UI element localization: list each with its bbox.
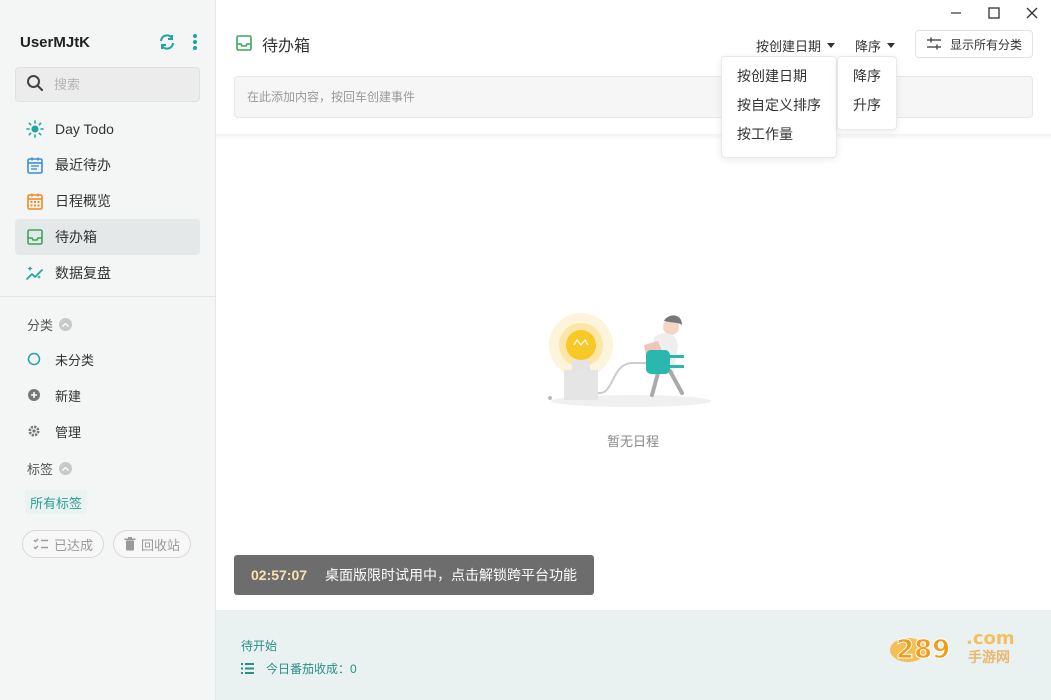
pomodoro-summary[interactable]: 今日番茄收成：0 bbox=[241, 660, 357, 677]
category-item-manage[interactable]: 管理 bbox=[25, 416, 195, 446]
more-vertical-icon[interactable] bbox=[184, 31, 206, 53]
category-section-title: 分类 bbox=[27, 315, 73, 334]
inbox-icon bbox=[236, 34, 252, 54]
svg-text:289: 289 bbox=[896, 635, 950, 665]
trial-countdown: 02:57:07 bbox=[251, 567, 308, 583]
sync-icon[interactable] bbox=[156, 31, 178, 53]
category-title: 分类 bbox=[27, 318, 54, 333]
sidebar-item-day-todo[interactable]: Day Todo bbox=[15, 111, 200, 147]
list-icon bbox=[241, 663, 254, 674]
completed-button[interactable]: 已达成 bbox=[22, 530, 105, 558]
caret-down-icon bbox=[887, 43, 896, 48]
circle-outline-icon bbox=[25, 350, 43, 368]
completed-label: 已达成 bbox=[54, 537, 94, 553]
tag-section-title: 标签 bbox=[27, 459, 73, 478]
username[interactable]: UserMJtK bbox=[20, 34, 150, 51]
page-title-row: 待办箱 bbox=[236, 32, 310, 56]
all-tags-chip[interactable]: 所有标签 bbox=[25, 490, 88, 514]
order-dropdown[interactable]: 降序 bbox=[855, 36, 896, 55]
category-item-new[interactable]: 新建 bbox=[25, 380, 195, 410]
sort-by-dropdown[interactable]: 按创建日期 bbox=[756, 36, 836, 55]
order-label: 降序 bbox=[855, 39, 882, 54]
sidebar-item-label: 最近待办 bbox=[55, 157, 111, 173]
category-label: 管理 bbox=[55, 424, 82, 440]
page-title: 待办箱 bbox=[262, 38, 311, 55]
search-box[interactable] bbox=[15, 67, 200, 102]
sort-by-label: 按创建日期 bbox=[756, 39, 822, 54]
tag-title: 标签 bbox=[27, 462, 54, 477]
minimize-icon[interactable] bbox=[940, 4, 972, 22]
calendar-list-icon bbox=[25, 155, 45, 175]
sidebar-header: UserMJtK bbox=[20, 30, 206, 54]
sidebar-divider bbox=[0, 296, 216, 297]
trial-message: 桌面版限时试用中，点击解锁跨平台功能 bbox=[325, 567, 578, 583]
plus-circle-icon bbox=[25, 386, 43, 404]
sidebar: UserMJtK Day Todo 最近待办 bbox=[0, 0, 216, 700]
sort-by-menu: 按创建日期 按自定义排序 按工作量 bbox=[721, 56, 837, 158]
sidebar-item-label: 日程概览 bbox=[55, 193, 111, 209]
maximize-icon[interactable] bbox=[978, 4, 1010, 22]
header-shadow bbox=[216, 134, 1051, 140]
trash-button[interactable]: 回收站 bbox=[113, 530, 192, 558]
close-icon[interactable] bbox=[1016, 4, 1048, 22]
sidebar-item-label: 数据复盘 bbox=[55, 265, 111, 281]
category-label: 新建 bbox=[55, 388, 82, 404]
sort-option-custom[interactable]: 按自定义排序 bbox=[722, 90, 836, 119]
pomodoro-count: 今日番茄收成：0 bbox=[266, 662, 357, 676]
sliders-icon bbox=[926, 37, 942, 51]
pomodoro-status: 待开始 bbox=[241, 639, 278, 653]
watermark-logo: 289 .com 手游网 bbox=[888, 622, 1033, 666]
sparkle-chart-icon bbox=[25, 263, 45, 283]
collapse-up-icon[interactable] bbox=[59, 462, 73, 475]
sidebar-item-inbox[interactable]: 待办箱 bbox=[15, 219, 200, 255]
empty-state-illustration bbox=[536, 305, 716, 410]
gear-icon bbox=[25, 422, 43, 440]
svg-text:.com: .com bbox=[966, 628, 1015, 649]
trash-icon bbox=[124, 537, 136, 551]
sidebar-item-label: Day Todo bbox=[55, 121, 114, 137]
search-input[interactable] bbox=[54, 77, 184, 92]
checklist-icon bbox=[33, 537, 49, 551]
show-all-categories-button[interactable]: 显示所有分类 bbox=[915, 30, 1033, 58]
calendar-grid-icon bbox=[25, 191, 45, 211]
empty-state-text: 暂无日程 bbox=[607, 434, 660, 449]
sun-icon bbox=[25, 119, 45, 139]
sidebar-item-data-review[interactable]: 数据复盘 bbox=[15, 255, 200, 291]
search-icon bbox=[26, 74, 44, 95]
sort-option-workload[interactable]: 按工作量 bbox=[722, 119, 836, 148]
sidebar-item-schedule-overview[interactable]: 日程概览 bbox=[15, 183, 200, 219]
sort-option-created[interactable]: 按创建日期 bbox=[722, 61, 836, 90]
sidebar-nav: Day Todo 最近待办 日程概览 待办箱 数据复盘 bbox=[15, 111, 200, 291]
caret-down-icon bbox=[827, 43, 836, 48]
sidebar-item-recent-todo[interactable]: 最近待办 bbox=[15, 147, 200, 183]
collapse-up-icon[interactable] bbox=[59, 318, 73, 331]
svg-text:手游网: 手游网 bbox=[968, 649, 1010, 666]
order-option-asc[interactable]: 升序 bbox=[838, 90, 896, 119]
main-panel: 待办箱 按创建日期 降序 显示所有分类 在此添加内容，按回车创建事件 暂无日程 … bbox=[216, 0, 1051, 700]
footer-panel: 待开始 今日番茄收成：0 289 .com 手游网 bbox=[216, 610, 1051, 700]
add-task-box[interactable] bbox=[234, 76, 1033, 118]
order-menu: 降序 升序 bbox=[837, 56, 897, 130]
sidebar-item-label: 待办箱 bbox=[55, 229, 97, 245]
order-option-desc[interactable]: 降序 bbox=[838, 61, 896, 90]
trash-label: 回收站 bbox=[141, 537, 181, 553]
show-all-label: 显示所有分类 bbox=[950, 37, 1023, 52]
category-item-uncategorized[interactable]: 未分类 bbox=[25, 344, 195, 374]
trial-toast[interactable]: 02:57:07 桌面版限时试用中，点击解锁跨平台功能 bbox=[234, 555, 594, 595]
category-label: 未分类 bbox=[55, 352, 95, 368]
inbox-icon bbox=[25, 227, 45, 247]
